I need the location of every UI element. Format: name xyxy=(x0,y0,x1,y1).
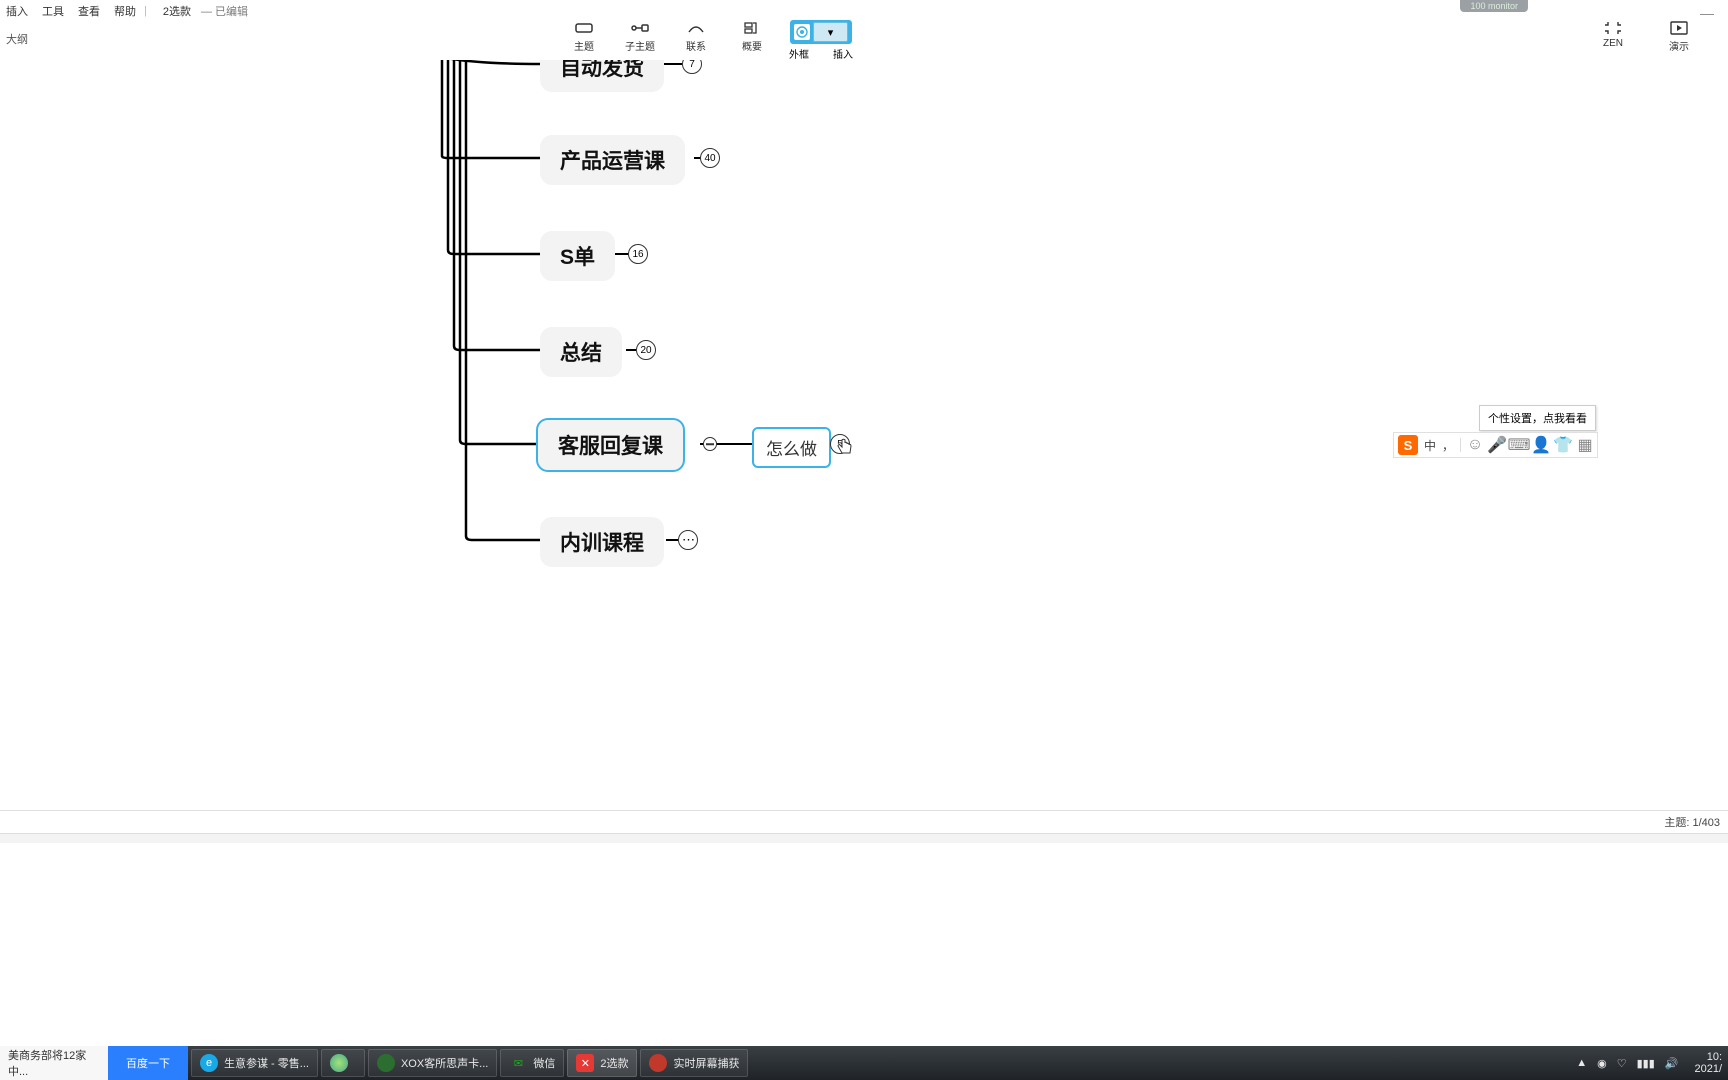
topic-icon xyxy=(574,20,594,36)
shirt-icon[interactable]: 👕 xyxy=(1555,437,1571,453)
xox-icon xyxy=(377,1054,395,1072)
present-label: 演示 xyxy=(1669,38,1689,53)
ime-tooltip[interactable]: 个性设置，点我看看 xyxy=(1479,405,1596,431)
window-minimize-icon[interactable]: — xyxy=(1700,5,1714,21)
relationship-icon xyxy=(686,20,706,36)
insert-label: 插入 xyxy=(833,46,853,61)
topic-label: 主题 xyxy=(574,38,594,53)
insert-dropdown[interactable]: ▾ xyxy=(813,22,849,42)
present-icon xyxy=(1669,20,1689,36)
taskbar-browser[interactable]: e 生意参谋 - 零售... xyxy=(191,1049,318,1077)
globe-icon xyxy=(330,1054,348,1072)
toolbar-right: ZEN 演示 xyxy=(1594,20,1698,53)
summary-label: 概要 xyxy=(742,38,762,53)
menu-help[interactable]: 帮助 xyxy=(114,3,136,19)
taskbar-app2[interactable] xyxy=(321,1049,365,1077)
menu-separator: | xyxy=(144,5,147,17)
ime-sep xyxy=(1460,438,1461,452)
xmind-icon: ✕ xyxy=(576,1054,594,1072)
present-button[interactable]: 演示 xyxy=(1660,20,1698,53)
summary-icon xyxy=(742,20,762,36)
zen-button[interactable]: ZEN xyxy=(1594,20,1632,53)
subtopic-button[interactable]: 子主题 xyxy=(621,20,659,53)
cursor-hand-icon xyxy=(836,438,854,456)
wechat-icon: ✉ xyxy=(509,1054,527,1072)
emoji-icon[interactable]: ☺ xyxy=(1467,437,1483,453)
boundary-icon xyxy=(794,24,810,40)
menu-view[interactable]: 查看 xyxy=(78,3,100,19)
topic-button[interactable]: 主题 xyxy=(565,20,603,53)
record-icon xyxy=(649,1054,667,1072)
edge-icon: e xyxy=(200,1054,218,1072)
node-internal-training-count[interactable]: ⋯ xyxy=(678,530,698,550)
tray-chevron-icon[interactable]: ▲ xyxy=(1576,1057,1587,1069)
collapse-toggle[interactable] xyxy=(703,437,717,451)
taskbar-xox[interactable]: XOX客所思声卡... xyxy=(368,1049,497,1077)
secondary-bar: 大纲 xyxy=(0,18,1728,60)
zen-icon xyxy=(1603,20,1623,36)
tray-signal-icon[interactable]: ▮▮▮ xyxy=(1637,1057,1655,1070)
system-tray[interactable]: ▲ ◉ ♡ ▮▮▮ 🔊 xyxy=(1566,1057,1688,1070)
taskbar-xmind[interactable]: ✕ 2选款 xyxy=(567,1049,637,1077)
taskbar-wechat[interactable]: ✉ 微信 xyxy=(500,1049,564,1077)
node-internal-training[interactable]: 内训课程 xyxy=(540,517,664,567)
document-status: — 已编辑 xyxy=(201,3,248,19)
grid-icon[interactable]: ▦ xyxy=(1577,437,1593,453)
keyboard-icon[interactable]: ⌨ xyxy=(1511,437,1527,453)
node-s-order-count[interactable]: 16 xyxy=(628,244,648,264)
tray-browser-icon[interactable]: ◉ xyxy=(1597,1057,1607,1070)
recorder-pill: 100 monitor xyxy=(1460,0,1528,12)
topic-counter: 主题: 1/403 xyxy=(1664,814,1720,830)
boundary-label: 外框 xyxy=(789,46,809,61)
relationship-label: 联系 xyxy=(686,38,706,53)
user-icon[interactable]: 👤 xyxy=(1533,437,1549,453)
ime-punct[interactable]: ， xyxy=(1442,437,1454,454)
node-product-ops-count[interactable]: 40 xyxy=(700,148,720,168)
windows-taskbar: 美商务部将12家中... 百度一下 e 生意参谋 - 零售... XOX客所思声… xyxy=(0,1046,1728,1080)
node-s-order[interactable]: S单 xyxy=(540,231,615,281)
relationship-button[interactable]: 联系 xyxy=(677,20,715,53)
node-auto-ship[interactable]: 自动发货 xyxy=(540,60,664,92)
toolbar-center: 主题 子主题 联系 概要 ▾ 外框 插入 xyxy=(565,20,853,61)
mic-icon[interactable]: 🎤 xyxy=(1489,437,1505,453)
outline-label[interactable]: 大纲 xyxy=(0,31,28,47)
node-product-ops[interactable]: 产品运营课 xyxy=(540,135,685,185)
node-customer-reply[interactable]: 客服回复课 xyxy=(536,418,685,472)
boundary-button[interactable]: ▾ 外框 插入 xyxy=(789,20,853,61)
taskbar-news[interactable]: 美商务部将12家中... xyxy=(0,1046,108,1080)
taskbar-baidu-button[interactable]: 百度一下 xyxy=(108,1046,188,1080)
sogou-icon[interactable]: S xyxy=(1398,435,1418,455)
menu-insert[interactable]: 插入 xyxy=(6,3,28,19)
tray-volume-icon[interactable]: 🔊 xyxy=(1665,1057,1679,1070)
summary-button[interactable]: 概要 xyxy=(733,20,771,53)
subtopic-label: 子主题 xyxy=(625,38,655,53)
window-bottom-border xyxy=(0,833,1728,843)
document-tab[interactable]: 2选款 xyxy=(163,3,191,19)
ime-lang[interactable]: 中 xyxy=(1424,437,1436,454)
subtopic-icon xyxy=(630,20,650,36)
tray-shield-icon[interactable]: ♡ xyxy=(1617,1057,1627,1070)
ime-toolbar[interactable]: S 中 ， ☺ 🎤 ⌨ 👤 👕 ▦ xyxy=(1393,432,1598,458)
statusbar: 主题: 1/403 xyxy=(0,810,1728,832)
menu-tools[interactable]: 工具 xyxy=(42,3,64,19)
node-summary[interactable]: 总结 xyxy=(540,327,622,377)
subnode-howto[interactable]: 怎么做 xyxy=(752,427,831,468)
zen-label: ZEN xyxy=(1603,38,1623,49)
taskbar-screen-capture[interactable]: 实时屏幕捕获 xyxy=(640,1049,748,1077)
node-summary-count[interactable]: 20 xyxy=(636,340,656,360)
taskbar-clock[interactable]: 10: 2021/ xyxy=(1688,1051,1728,1075)
